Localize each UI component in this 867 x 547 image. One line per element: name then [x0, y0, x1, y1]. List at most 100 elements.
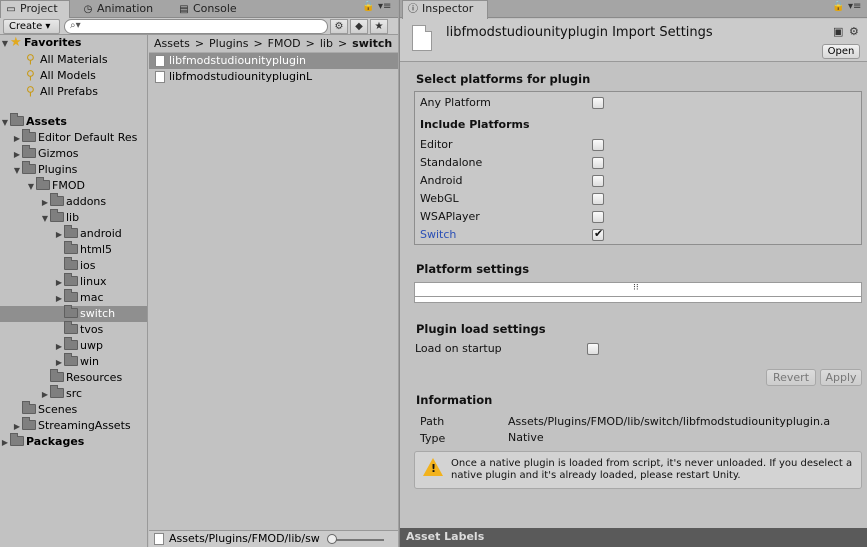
zoom-slider-handle[interactable] — [327, 534, 337, 544]
favorite-star-icon[interactable]: ★ — [370, 19, 388, 34]
breadcrumb-item[interactable]: lib — [320, 37, 333, 50]
expand-arrow-icon[interactable]: ▼ — [40, 211, 50, 227]
tree-item[interactable]: ios — [0, 257, 147, 274]
expand-arrow-icon[interactable]: ▶ — [54, 291, 64, 307]
folder-icon — [22, 129, 36, 142]
lock-icon[interactable]: 🔒 — [362, 1, 374, 12]
tree-item[interactable]: Scenes — [0, 401, 147, 418]
platform-settings-tabs[interactable]: ⁝⁝ — [414, 282, 862, 303]
expand-arrow-icon[interactable]: ▶ — [54, 227, 64, 243]
folder-icon — [64, 241, 78, 254]
open-button[interactable]: Open — [822, 44, 860, 59]
tree-item[interactable]: Resources — [0, 369, 147, 386]
filter-type-icon[interactable]: ⚙ — [330, 19, 348, 34]
tree-item-selected[interactable]: switch — [0, 305, 147, 322]
tree-item[interactable]: ▼ lib — [0, 209, 147, 227]
folder-icon — [64, 321, 78, 334]
tab-console[interactable]: ▤ Console — [174, 1, 254, 18]
expand-arrow-icon[interactable]: ▶ — [12, 147, 22, 163]
tree-item[interactable]: ▶ android — [0, 225, 147, 243]
expand-arrow-icon[interactable]: ▶ — [0, 435, 10, 451]
expand-arrow-icon[interactable]: ▶ — [54, 275, 64, 291]
expand-arrow-icon[interactable]: ▼ — [12, 163, 22, 179]
folder-icon — [64, 257, 78, 270]
expand-arrow-icon[interactable]: ▼ — [0, 36, 10, 52]
breadcrumb-item[interactable]: Plugins — [209, 37, 248, 50]
breadcrumb-separator: > — [337, 37, 348, 50]
inspector-title: libfmodstudiounityplugin Import Settings — [446, 25, 713, 40]
platform-checkbox[interactable] — [592, 211, 604, 223]
tree-item[interactable]: ▶ addons — [0, 193, 147, 211]
any-platform-label: Any Platform — [420, 96, 491, 109]
folder-icon — [64, 289, 78, 302]
help-icon[interactable]: ▣ — [833, 25, 843, 38]
folder-icon — [64, 225, 78, 238]
expand-arrow-icon[interactable]: ▶ — [12, 131, 22, 147]
file-item-selected[interactable]: libfmodstudiounityplugin — [149, 53, 398, 69]
folder-icon — [50, 385, 64, 398]
tree-item[interactable]: html5 — [0, 241, 147, 258]
tree-item[interactable]: ▶ mac — [0, 289, 147, 307]
asset-labels-bar[interactable]: Asset Labels — [400, 528, 867, 547]
filter-label-icon[interactable]: ◆ — [350, 19, 368, 34]
expand-arrow-icon[interactable]: ▼ — [0, 115, 10, 131]
platform-checkbox-checked[interactable] — [592, 227, 604, 241]
tree-item[interactable]: ▶ Gizmos — [0, 145, 147, 163]
expand-arrow-icon[interactable]: ▶ — [54, 339, 64, 355]
gear-icon[interactable]: ⚙ — [849, 25, 859, 38]
tree-item[interactable]: ▼ Plugins — [0, 161, 147, 179]
favorite-item[interactable]: ⚲ All Models — [0, 67, 147, 83]
create-button[interactable]: Create ▾ — [3, 19, 60, 34]
tree-item[interactable]: ▶ linux — [0, 273, 147, 291]
platform-checkbox[interactable] — [592, 193, 604, 205]
tree-assets[interactable]: ▼ Assets — [0, 113, 147, 131]
breadcrumb-item[interactable]: FMOD — [268, 37, 301, 50]
platform-checkbox[interactable] — [592, 175, 604, 187]
platforms-box: Any Platform Include Platforms Editor St… — [414, 91, 862, 245]
favorite-item[interactable]: ⚲ All Prefabs — [0, 83, 147, 99]
folder-icon — [50, 369, 64, 382]
expand-arrow-icon[interactable]: ▼ — [26, 179, 36, 195]
platform-tab-icon[interactable]: ⁝⁝ — [633, 283, 639, 293]
lock-icon[interactable]: 🔒 — [832, 1, 844, 12]
load-on-startup-checkbox[interactable] — [587, 343, 599, 355]
tree-item[interactable]: ▶ win — [0, 353, 147, 370]
menu-icon[interactable]: ▾≡ — [848, 1, 861, 12]
tree-favorites[interactable]: ▼ ★ Favorites — [0, 35, 147, 52]
tree-item[interactable]: ▼ FMOD — [0, 177, 147, 195]
inspector-window: ⓘ Inspector 🔒 ▾≡ libfmodstudiounityplugin… — [399, 0, 867, 547]
apply-button[interactable]: Apply — [820, 369, 862, 386]
expand-arrow-icon[interactable]: ▶ — [40, 387, 50, 403]
tree-item[interactable]: tvos — [0, 321, 147, 338]
project-tab-bar: ▭ Project ◷ Animation ▤ Console 🔒 ▾≡ — [0, 0, 398, 19]
tree-item[interactable]: ▶ src — [0, 385, 147, 403]
revert-button[interactable]: Revert — [766, 369, 816, 386]
include-platforms-label: Include Platforms — [420, 118, 530, 131]
tree-item[interactable]: ▶ Editor Default Res — [0, 129, 147, 147]
animation-icon: ◷ — [83, 4, 93, 15]
folder-icon — [36, 177, 50, 190]
tab-inspector[interactable]: ⓘ Inspector — [402, 0, 488, 19]
project-toolbar: Create ▾ ⌕▾ ⚙ ◆ ★ — [0, 18, 398, 35]
section-title: Plugin load settings — [416, 322, 546, 336]
tab-project[interactable]: ▭ Project — [0, 0, 70, 19]
folder-icon — [50, 209, 64, 222]
search-input[interactable]: ⌕▾ — [64, 19, 328, 34]
breadcrumb-item[interactable]: switch — [352, 37, 392, 50]
tree-item[interactable]: ▶ uwp — [0, 337, 147, 355]
menu-icon[interactable]: ▾≡ — [378, 1, 391, 12]
inspector-tab-bar: ⓘ Inspector 🔒 ▾≡ — [400, 0, 867, 19]
platform-checkbox[interactable] — [592, 139, 604, 151]
tree-packages[interactable]: ▶ Packages — [0, 433, 147, 451]
any-platform-checkbox[interactable] — [592, 97, 604, 109]
folder-icon — [10, 433, 24, 446]
favorite-item[interactable]: ⚲ All Materials — [0, 51, 147, 67]
tree-item[interactable]: ▶ StreamingAssets — [0, 417, 147, 434]
zoom-slider-track[interactable] — [329, 539, 384, 541]
expand-arrow-icon[interactable]: ▶ — [40, 195, 50, 211]
folder-tree: ▼ ★ Favorites ⚲ All Materials ⚲ All Models ⚲… — [0, 35, 148, 547]
file-item[interactable]: libfmodstudiounitypluginL — [149, 69, 398, 85]
breadcrumb-item[interactable]: Assets — [154, 37, 190, 50]
tab-animation[interactable]: ◷ Animation — [78, 1, 170, 18]
platform-checkbox[interactable] — [592, 157, 604, 169]
